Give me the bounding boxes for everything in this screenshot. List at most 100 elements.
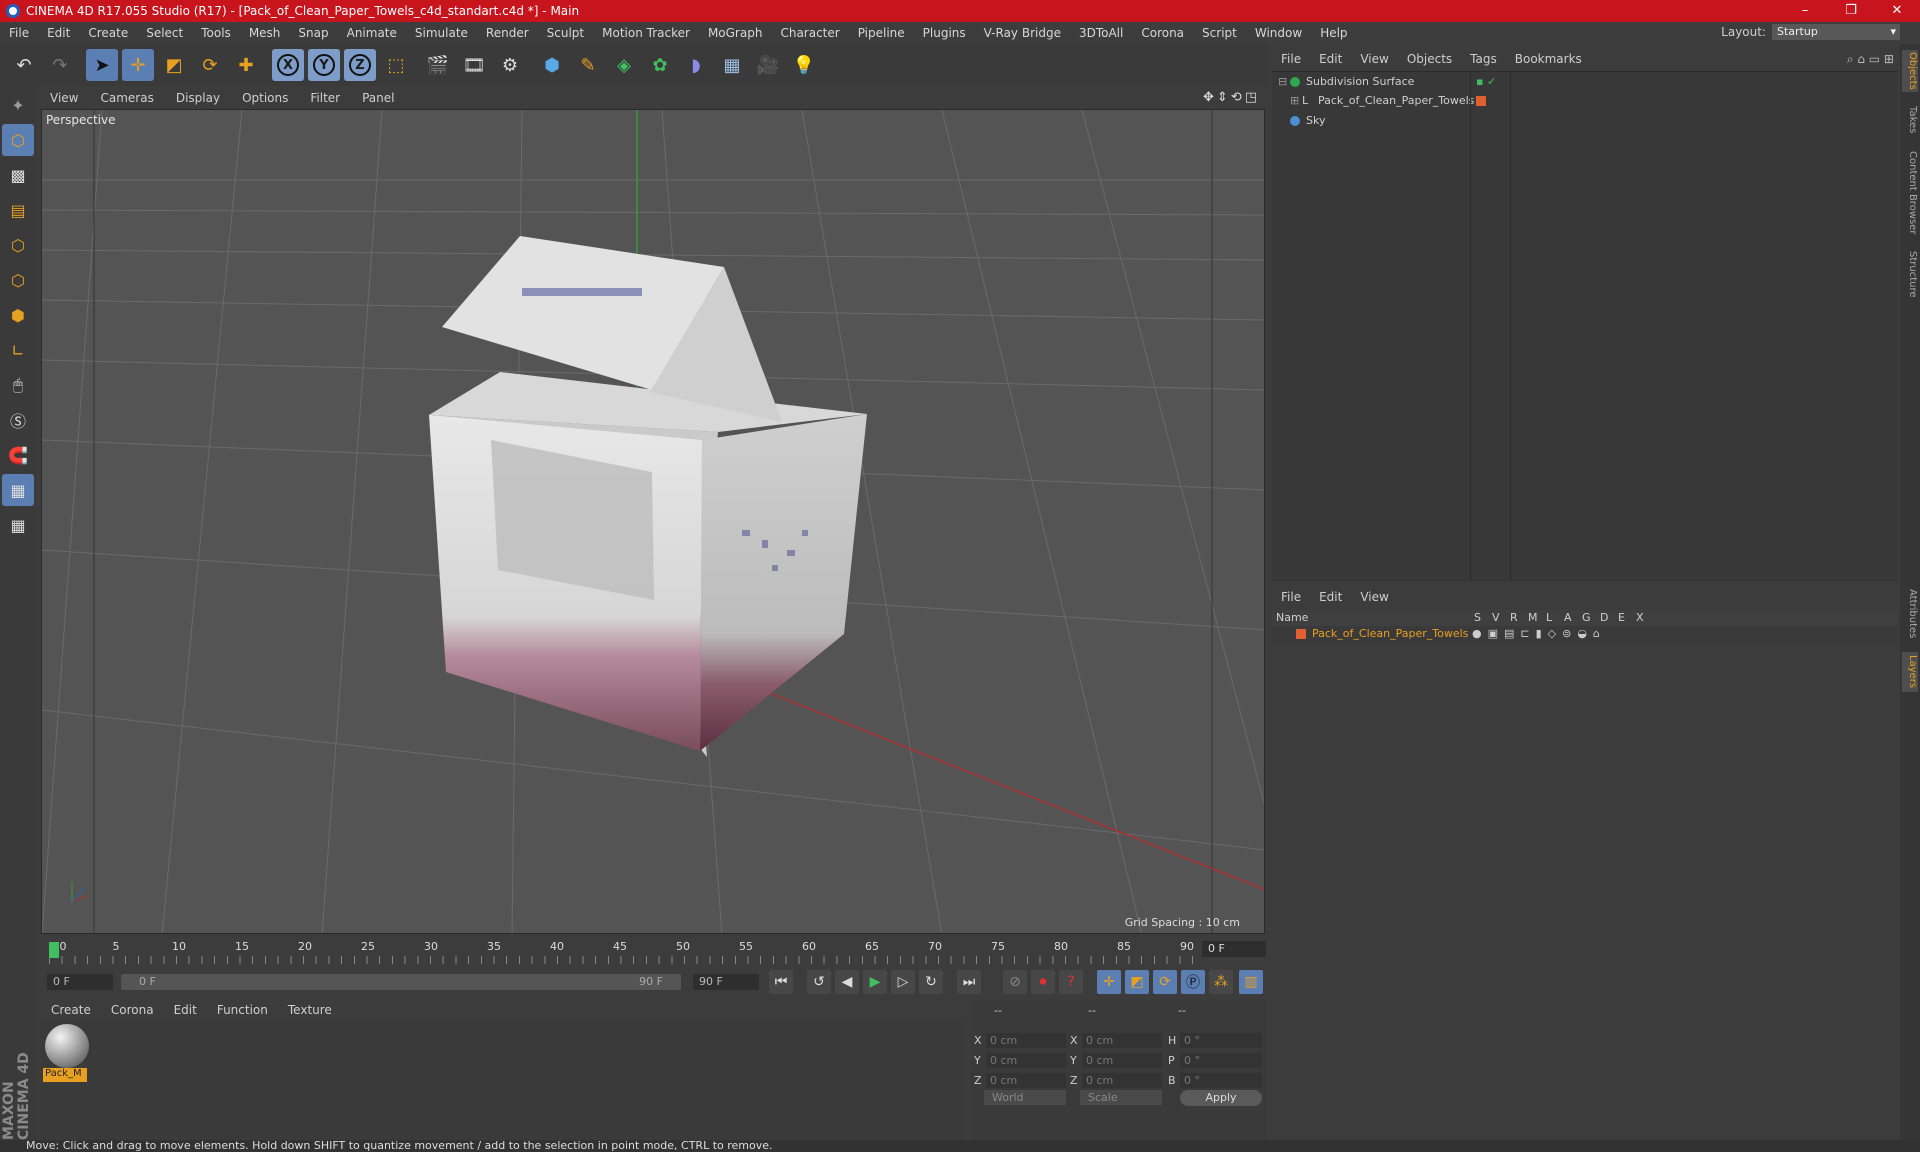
coordinate-system-icon[interactable]: ⬚ (380, 49, 412, 81)
light-icon[interactable]: 💡 (788, 49, 820, 81)
layer-row[interactable]: Pack_of_Clean_Paper_Towels ●▣▤⊏▮◇⊜◒⌂ (1272, 626, 1898, 642)
key-rotation-icon[interactable]: ⟳ (1153, 970, 1177, 994)
menu-create[interactable]: Create (79, 22, 137, 44)
menu-corona[interactable]: Corona (1132, 22, 1193, 44)
object-menu-edit[interactable]: Edit (1310, 52, 1351, 66)
menu-help[interactable]: Help (1311, 22, 1356, 44)
object-menu-tags[interactable]: Tags (1461, 52, 1506, 66)
menu-character[interactable]: Character (771, 22, 848, 44)
subdivision-surface-icon[interactable]: ◈ (608, 49, 640, 81)
rotation-p-field[interactable]: 0 ° (1180, 1053, 1262, 1068)
viewport-menu-display[interactable]: Display (166, 88, 232, 108)
material-menu-create[interactable]: Create (41, 1003, 101, 1017)
layer-menu-file[interactable]: File (1272, 590, 1310, 604)
timeline-window-icon[interactable]: ▥ (1239, 970, 1263, 994)
viewport-menu-view[interactable]: View (40, 88, 90, 108)
menu-tools[interactable]: Tools (192, 22, 240, 44)
scale-icon[interactable]: ◩ (158, 49, 190, 81)
edges-mode-icon[interactable]: ⬡ (2, 264, 34, 296)
grid-lock-icon[interactable]: ▦ (2, 474, 34, 506)
tab-takes[interactable]: Takes (1902, 100, 1918, 140)
menu-script[interactable]: Script (1193, 22, 1246, 44)
material-preview-sphere[interactable] (45, 1024, 89, 1068)
autokey-icon[interactable]: ⏺ (1031, 970, 1055, 994)
current-frame-field[interactable]: 0 F (1202, 941, 1266, 957)
keyframe-selection-icon[interactable]: ? (1059, 970, 1083, 994)
next-key-icon[interactable]: ↻ (919, 970, 943, 994)
previous-frame-icon[interactable]: ◀ (835, 970, 859, 994)
playhead-marker[interactable] (49, 942, 59, 958)
render-settings-icon[interactable]: ⚙ (494, 49, 526, 81)
render-picture-viewer-icon[interactable]: 🎞 (458, 49, 490, 81)
size-y-field[interactable]: 0 cm (1082, 1053, 1162, 1068)
tab-objects[interactable]: Objects (1902, 50, 1918, 92)
layer-color-swatch[interactable] (1296, 629, 1306, 639)
close-button[interactable]: ✕ (1874, 0, 1920, 22)
timeline-ruler[interactable]: 0 5 10 15 20 25 30 35 40 45 50 55 60 65 … (41, 938, 1266, 968)
select-arrow-icon[interactable]: ➤ (86, 49, 118, 81)
position-z-field[interactable]: 0 cm (986, 1073, 1066, 1088)
layer-color-swatch[interactable] (1476, 96, 1486, 106)
camera-icon[interactable]: 🎥 (752, 49, 784, 81)
object-row[interactable]: ⊞ L Pack_of_Clean_Paper_Towels (1272, 92, 1898, 110)
range-slider[interactable]: 0 F 90 F (121, 974, 681, 990)
material-menu-texture[interactable]: Texture (278, 1003, 342, 1017)
material-menu-edit[interactable]: Edit (164, 1003, 207, 1017)
menu-pipeline[interactable]: Pipeline (849, 22, 914, 44)
rotation-b-field[interactable]: 0 ° (1180, 1073, 1262, 1088)
menu-file[interactable]: File (0, 22, 38, 44)
object-manager-nav-icons[interactable]: ⌕ ⌂ ▭ ⊞ (1847, 52, 1894, 67)
go-to-start-icon[interactable]: ⏮ (769, 970, 793, 994)
workplane-icon[interactable]: ▤ (2, 194, 34, 226)
viewport-menu-cameras[interactable]: Cameras (90, 88, 165, 108)
menu-snap[interactable]: Snap (289, 22, 337, 44)
size-z-field[interactable]: 0 cm (1082, 1073, 1162, 1088)
texture-mode-icon[interactable]: ▩ (2, 159, 34, 191)
menu-select[interactable]: Select (137, 22, 192, 44)
undo-icon[interactable]: ↶ (8, 49, 40, 81)
render-view-icon[interactable]: 🎬 (422, 49, 454, 81)
maximize-button[interactable]: ❐ (1828, 0, 1874, 22)
object-menu-file[interactable]: File (1272, 52, 1310, 66)
menu-window[interactable]: Window (1246, 22, 1311, 44)
floor-scene-icon[interactable]: ▦ (716, 49, 748, 81)
object-menu-bookmarks[interactable]: Bookmarks (1506, 52, 1591, 66)
mograph-cloner-icon[interactable]: ✿ (644, 49, 676, 81)
object-menu-view[interactable]: View (1351, 52, 1397, 66)
end-frame-field[interactable]: 90 F (693, 974, 759, 990)
z-axis-lock-button[interactable]: Z (344, 49, 376, 81)
menu-simulate[interactable]: Simulate (406, 22, 477, 44)
viewport-menu-filter[interactable]: Filter (300, 88, 352, 108)
record-keys-icon[interactable]: ⊘ (1003, 970, 1027, 994)
menu-sculpt[interactable]: Sculpt (538, 22, 593, 44)
menu-motion-tracker[interactable]: Motion Tracker (593, 22, 699, 44)
solo-icon[interactable]: Ⓢ (2, 404, 34, 436)
cube-primitive-icon[interactable]: ⬢ (536, 49, 568, 81)
rotate-icon[interactable]: ⟳ (194, 49, 226, 81)
position-x-field[interactable]: 0 cm (986, 1033, 1066, 1048)
object-row[interactable]: ⊟ Subdivision Surface ▪ ✓ (1272, 73, 1898, 91)
viewport-menu-options[interactable]: Options (232, 88, 300, 108)
tab-attributes[interactable]: Attributes (1902, 584, 1918, 644)
menu-mesh[interactable]: Mesh (240, 22, 290, 44)
redo-icon[interactable]: ↷ (44, 49, 76, 81)
make-editable-icon[interactable]: ✦ (2, 89, 34, 121)
play-icon[interactable]: ▶ (863, 970, 887, 994)
rotation-h-field[interactable]: 0 ° (1180, 1033, 1262, 1048)
start-frame-field[interactable]: 0 F (47, 974, 113, 990)
menu-edit[interactable]: Edit (38, 22, 79, 44)
material-menu-function[interactable]: Function (207, 1003, 278, 1017)
tweak-mode-icon[interactable]: 🖱 (2, 369, 34, 401)
object-menu-objects[interactable]: Objects (1398, 52, 1461, 66)
menu-render[interactable]: Render (477, 22, 538, 44)
previous-key-icon[interactable]: ↺ (807, 970, 831, 994)
go-to-end-icon[interactable]: ⏭ (957, 970, 981, 994)
3d-viewport[interactable]: Perspective Grid Spacing : 10 cm (41, 109, 1265, 934)
y-axis-lock-button[interactable]: Y (308, 49, 340, 81)
grid-settings-icon[interactable]: ▦ (2, 509, 34, 541)
model-mode-icon[interactable]: ⬡ (2, 124, 34, 156)
size-mode-dropdown[interactable]: Scale (1080, 1090, 1162, 1105)
layer-menu-view[interactable]: View (1351, 590, 1397, 604)
next-frame-icon[interactable]: ▷ (891, 970, 915, 994)
material-label[interactable]: Pack_M (43, 1068, 87, 1082)
